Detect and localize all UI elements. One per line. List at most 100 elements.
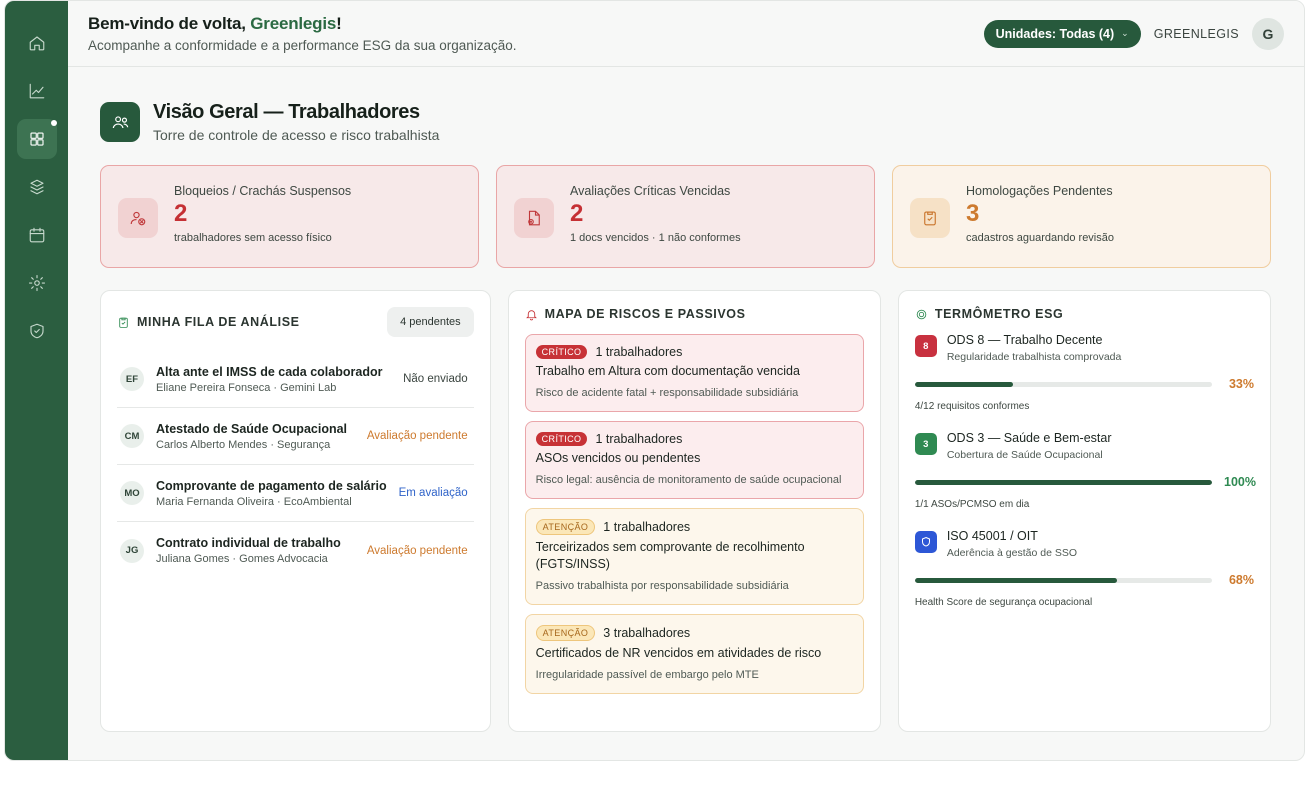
risk-description: Risco de acidente fatal + responsabilida…	[535, 386, 799, 399]
kpi-value: 2	[174, 200, 188, 227]
kpi-card-pending-approvals[interactable]: Homologações Pendentes 3 cadastros aguar…	[892, 165, 1271, 268]
severity-badge: ATENÇÃO	[535, 519, 596, 536]
queue-title-text: MINHA FILA DE ANÁLISE	[137, 315, 300, 329]
welcome-suffix: !	[336, 14, 342, 33]
severity-badge: CRÍTICO	[535, 432, 588, 447]
settings-icon	[28, 274, 45, 292]
sidebar-item-compliance[interactable]	[17, 311, 57, 351]
user-name: GREENLEGIS	[1153, 26, 1239, 41]
esg-item-name: ODS 8 — Trabalho Decente	[946, 333, 1103, 347]
kpi-card-critical-evaluations[interactable]: Avaliações Críticas Vencidas 2 1 docs ve…	[496, 165, 875, 268]
app-window: Bem-vindo de volta, Greenlegis! Acompanh…	[4, 0, 1305, 761]
org-name: Greenlegis	[250, 14, 337, 33]
clipboard-icon	[119, 317, 128, 328]
progress-fill	[914, 577, 1117, 583]
ods-3-badge: 3	[914, 433, 937, 455]
analysis-queue-panel: MINHA FILA DE ANÁLISE 4 pendentes EF Alt…	[100, 290, 491, 732]
document-error-icon	[514, 198, 554, 238]
sidebar-item-analytics[interactable]	[17, 71, 57, 111]
kpi-label: Avaliações Críticas Vencidas	[570, 184, 731, 198]
welcome-block: Bem-vindo de volta, Greenlegis! Acompanh…	[88, 14, 517, 53]
sidebar	[5, 1, 68, 760]
risk-count: 1 trabalhadores	[595, 345, 683, 359]
esg-item: ISO 45001 / OIT Aderência à gestão de SSO…	[914, 529, 1254, 608]
sidebar-item-calendar[interactable]	[17, 215, 57, 255]
user-avatar[interactable]: G	[1252, 17, 1284, 50]
risk-map-title-text: MAPA DE RISCOS E PASSIVOS	[544, 307, 746, 321]
bell-icon	[525, 309, 537, 320]
kpi-row: Bloqueios / Crachás Suspensos 2 trabalha…	[100, 165, 1271, 268]
queue-item-title: Atestado de Saúde Ocupacional	[156, 421, 348, 436]
progress-percent: 33%	[1228, 377, 1254, 391]
page-header: Visão Geral — Trabalhadores Torre de con…	[100, 101, 1271, 143]
queue-item-subtitle: Carlos Alberto Mendes · Segurança	[156, 438, 331, 451]
avatar: MO	[120, 481, 144, 505]
queue-item-title: Alta ante el IMSS de cada colaborador	[156, 364, 383, 379]
progress-fill	[914, 381, 1013, 387]
queue-title: MINHA FILA DE ANÁLISE	[117, 315, 300, 329]
risk-list: CRÍTICO 1 trabalhadores Trabalho em Altur…	[524, 334, 864, 694]
clipboard-check-icon	[910, 198, 950, 238]
sidebar-item-home[interactable]	[17, 23, 57, 63]
status-label: Não enviado	[403, 373, 468, 385]
iso-shield-icon	[914, 531, 937, 553]
progress-bar	[914, 577, 1212, 583]
queue-item-subtitle: Maria Fernanda Oliveira · EcoAmbiental	[156, 495, 352, 508]
risk-map-title: MAPA DE RISCOS E PASSIVOS	[525, 307, 864, 321]
risk-card[interactable]: ATENÇÃO 3 trabalhadores Certificados de N…	[524, 613, 864, 694]
pending-count-badge: 4 pendentes	[387, 307, 474, 337]
chevron-down-icon: ⌄	[1121, 28, 1129, 38]
queue-item[interactable]: JG Contrato individual de trabalho Julian…	[117, 522, 474, 579]
avatar: CM	[120, 424, 144, 448]
welcome-prefix: Bem-vindo de volta,	[88, 14, 251, 33]
risk-count: 1 trabalhadores	[603, 520, 691, 535]
progress-bar	[914, 381, 1212, 387]
workers-icon	[100, 102, 140, 142]
kpi-card-blocked-badges[interactable]: Bloqueios / Crachás Suspensos 2 trabalha…	[100, 165, 479, 268]
esg-item-description: Cobertura de Saúde Ocupacional	[946, 449, 1103, 461]
kpi-label: Bloqueios / Crachás Suspensos	[174, 184, 352, 198]
queue-item[interactable]: MO Comprovante de pagamento de salário Ma…	[117, 465, 474, 522]
status-label: Avaliação pendente	[366, 430, 468, 442]
risk-title: Certificados de NR vencidos em atividade…	[535, 645, 822, 660]
esg-item-description: Regularidade trabalhista comprovada	[946, 351, 1122, 363]
kpi-label: Homologações Pendentes	[966, 184, 1113, 198]
kpi-value: 3	[966, 200, 980, 227]
layers-icon	[29, 179, 44, 195]
risk-card[interactable]: CRÍTICO 1 trabalhadores Trabalho em Altur…	[524, 334, 864, 413]
risk-title: ASOs vencidos ou pendentes	[535, 451, 701, 466]
avatar: EF	[120, 367, 144, 391]
sidebar-item-dashboard[interactable]	[16, 119, 57, 159]
kpi-description: 1 docs vencidos · 1 não conformes	[570, 232, 741, 245]
risk-count: 3 trabalhadores	[603, 625, 691, 640]
esg-title: TERMÔMETRO ESG	[915, 307, 1254, 321]
user-blocked-icon	[118, 198, 158, 238]
notification-dot	[50, 120, 57, 126]
progress-percent: 68%	[1228, 573, 1254, 587]
kpi-description: cadastros aguardando revisão	[966, 232, 1114, 245]
queue-item-subtitle: Juliana Gomes · Gomes Advocacia	[156, 553, 328, 565]
main-area: Bem-vindo de volta, Greenlegis! Acompanh…	[68, 1, 1304, 760]
avatar: JG	[120, 538, 144, 563]
status-label: Em avaliação	[398, 487, 468, 499]
esg-item-name: ISO 45001 / OIT	[946, 529, 1038, 543]
queue-item-title: Contrato individual de trabalho	[156, 536, 341, 550]
queue-item[interactable]: CM Atestado de Saúde Ocupacional Carlos A…	[117, 408, 474, 465]
esg-item-description: Aderência à gestão de SSO	[946, 547, 1077, 559]
sidebar-item-modules[interactable]	[17, 167, 57, 207]
status-label: Avaliação pendente	[366, 544, 468, 557]
risk-description: Irregularidade passível de embargo pelo …	[535, 668, 759, 681]
esg-item-name: ODS 3 — Saúde e Bem-estar	[946, 431, 1112, 445]
trend-chart-icon	[29, 83, 44, 99]
esg-item-note: Health Score de segurança ocupacional	[914, 597, 1093, 608]
risk-card[interactable]: ATENÇÃO 1 trabalhadores Terceirizados sem…	[524, 508, 864, 605]
queue-item[interactable]: EF Alta ante el IMSS de cada colaborador…	[117, 351, 474, 408]
esg-thermometer-panel: TERMÔMETRO ESG 8 ODS 8 — Trabalho Decent…	[897, 290, 1271, 732]
sidebar-item-settings[interactable]	[17, 263, 57, 303]
esg-item: 8 ODS 8 — Trabalho Decente Regularidade t…	[914, 333, 1254, 412]
risk-card[interactable]: CRÍTICO 1 trabalhadores ASOs vencidos ou …	[524, 421, 864, 500]
severity-badge: CRÍTICO	[535, 345, 588, 359]
units-filter-label: Unidades: Todas (4)	[995, 26, 1115, 41]
page-content: Visão Geral — Trabalhadores Torre de con…	[68, 67, 1304, 732]
units-filter-dropdown[interactable]: Unidades: Todas (4) ⌄	[983, 19, 1141, 48]
